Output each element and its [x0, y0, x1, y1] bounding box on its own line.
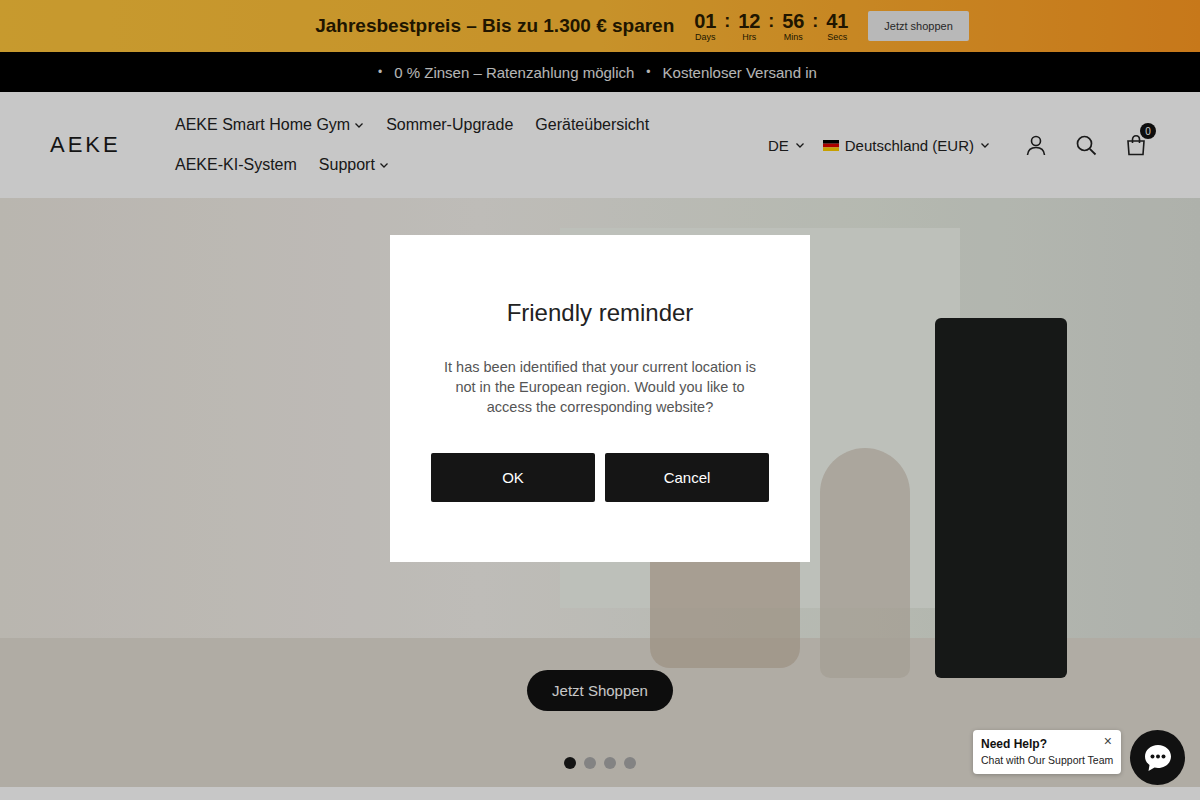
location-dialog: Friendly reminder It has been identified …	[390, 235, 810, 562]
ok-button[interactable]: OK	[431, 453, 595, 502]
dialog-buttons: OKCancel	[431, 453, 769, 502]
chat-prompt[interactable]: Need Help? Chat with Our Support Team ×	[973, 730, 1121, 774]
chat-bubble-icon	[1142, 742, 1174, 774]
dialog-title: Friendly reminder	[507, 299, 694, 327]
chat-button[interactable]	[1130, 730, 1185, 785]
chat-title: Need Help?	[981, 737, 1113, 751]
dialog-message: It has been identified that your current…	[431, 357, 769, 417]
cancel-button[interactable]: Cancel	[605, 453, 769, 502]
chat-subtitle: Chat with Our Support Team	[981, 754, 1113, 766]
chat-close-button[interactable]: ×	[1104, 733, 1112, 749]
